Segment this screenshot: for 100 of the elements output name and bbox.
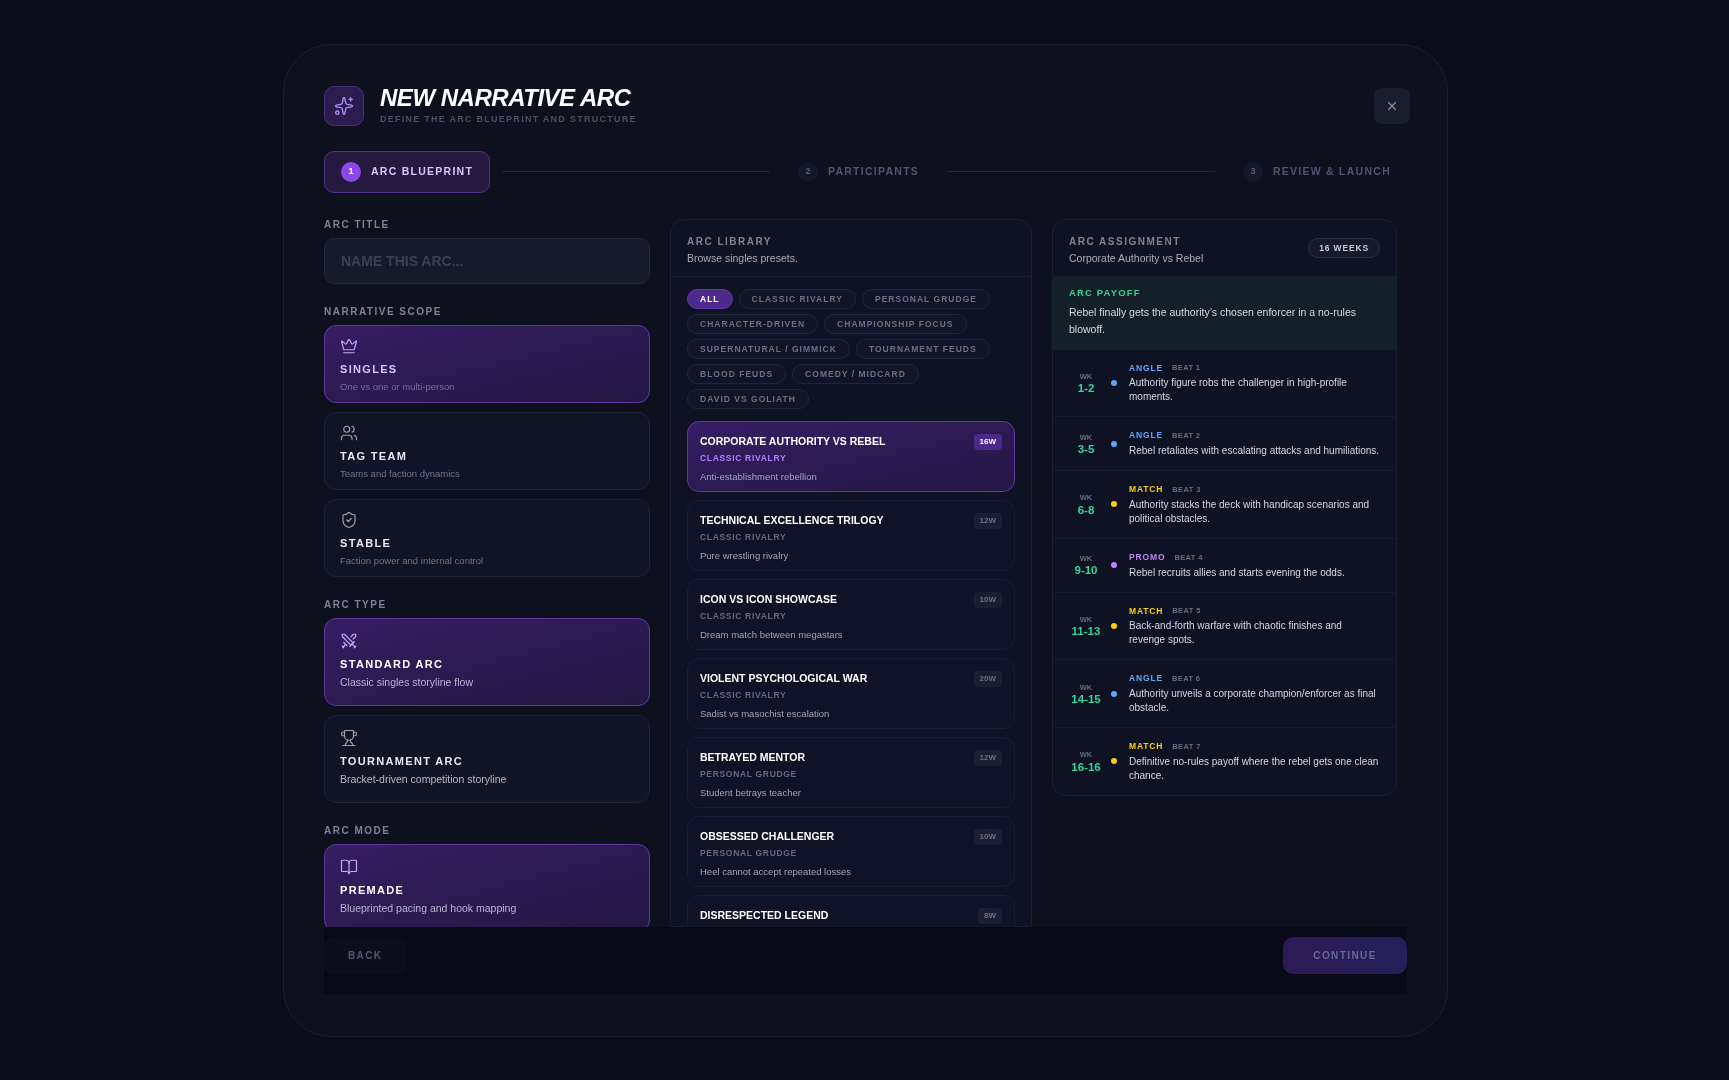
filter-chip[interactable]: TOURNAMENT FEUDS (855, 339, 990, 360)
option-card[interactable]: STANDARD ARC Classic singles storyline flow (324, 617, 650, 706)
option-title: STANDARD ARC (340, 656, 444, 672)
preset-description: Sadist vs masochist escalation (700, 707, 830, 721)
preset-card[interactable]: DISRESPECTED LEGEND 8W (687, 895, 1015, 927)
week-range: 6-8 (1077, 503, 1095, 517)
close-button[interactable] (1374, 87, 1410, 124)
beat-type: MATCH (1129, 604, 1164, 618)
step-number: 1 (341, 161, 361, 182)
preset-category: PERSONAL GRUDGE (700, 768, 797, 781)
filter-chip[interactable]: DAVID VS GOLIATH (687, 389, 809, 410)
crown-icon (340, 336, 358, 355)
section-label: ARC MODE (324, 824, 391, 837)
step-tab[interactable]: 1 ARC BLUEPRINT (324, 150, 491, 193)
option-description: Teams and faction dynamics (340, 467, 460, 481)
filter-chip[interactable]: CHARACTER-DRIVEN (687, 314, 819, 335)
preset-title: ICON VS ICON SHOWCASE (700, 592, 838, 608)
week-range: 1-2 (1077, 382, 1095, 395)
filter-chip[interactable]: COMEDY / MIDCARD (792, 364, 919, 385)
filter-chip[interactable]: CLASSIC RIVALRY (738, 289, 856, 310)
week-range: 3-5 (1077, 442, 1095, 456)
duration-badge: 16 WEEKS (1308, 237, 1380, 259)
week-range: 9-10 (1074, 564, 1098, 578)
section-label: ARC TITLE (324, 218, 390, 231)
beat-description: Definitive no-rules payoff where the rebel gets one clean chance. (1129, 754, 1380, 783)
panel-label: ARC LIBRARY (687, 234, 772, 249)
step-label: REVIEW & LAUNCH (1272, 163, 1391, 179)
preset-category: CLASSIC RIVALRY (700, 452, 787, 465)
panel-label: ARC ASSIGNMENT (1069, 234, 1182, 249)
preset-card[interactable]: OBSESSED CHALLENGER 10W PERSONAL GRUDGE Heel cannot accept repeated losses (687, 816, 1015, 888)
filter-chip[interactable]: PERSONAL GRUDGE (861, 289, 990, 310)
beat-type: PROMO (1129, 550, 1166, 564)
option-card[interactable]: TOURNAMENT ARC Bracket-driven competition storyline (324, 714, 650, 803)
preset-description: Heel cannot accept repeated losses (700, 865, 852, 879)
sparkles-icon (334, 95, 354, 116)
filter-chip[interactable]: BLOOD FEUDS (687, 364, 787, 385)
shield-check-icon (340, 510, 358, 529)
weeks-badge: 12W (973, 750, 1002, 767)
beat-description: Rebel recruits allies and starts evening the odds. (1129, 565, 1346, 580)
option-description: One vs one or multi-person (340, 380, 455, 394)
preset-title: OBSESSED CHALLENGER (700, 829, 835, 845)
preset-card[interactable]: VIOLENT PSYCHOLOGICAL WAR 20W CLASSIC RIVALRY Sadist vs masochist escalation (687, 658, 1015, 730)
option-title: PREMADE (340, 882, 405, 898)
step-label: ARC BLUEPRINT (371, 163, 474, 179)
trophy-icon (340, 728, 358, 747)
weeks-badge: 12W (973, 513, 1002, 530)
crossed-swords-icon (340, 631, 358, 650)
beat-description: Authority stacks the deck with handicap scenarios and political obstacles. (1129, 497, 1371, 526)
step-label: PARTICIPANTS (827, 163, 920, 179)
preset-card[interactable]: BETRAYED MENTOR 12W PERSONAL GRUDGE Student betrays teacher (687, 737, 1015, 809)
option-title: TOURNAMENT ARC (340, 753, 463, 769)
option-title: TAG TEAM (340, 448, 408, 464)
preset-description: Dream match between megastars (700, 628, 843, 642)
section-label: NARRATIVE SCOPE (324, 305, 442, 318)
payoff-label: ARC PAYOFF (1069, 286, 1141, 301)
preset-card[interactable]: ICON VS ICON SHOWCASE 10W CLASSIC RIVALRY Dream match between megastars (687, 579, 1015, 651)
filter-chip[interactable]: SUPERNATURAL / GIMMICK (687, 339, 850, 360)
payoff-text: Rebel finally gets the authority’s chosen enforcer in a no-rules blowoff. (1069, 304, 1357, 337)
preset-category: CLASSIC RIVALRY (700, 610, 787, 623)
option-description: Bracket-driven competition storyline (340, 772, 507, 787)
panel-subtitle: Corporate Authority vs Rebel (1069, 250, 1204, 266)
step-number: 2 (797, 161, 818, 182)
people-icon (340, 423, 358, 442)
beat-type: MATCH (1129, 483, 1164, 496)
option-title: SINGLES (340, 361, 398, 377)
section-label: ARC TYPE (324, 598, 387, 611)
beat-type: ANGLE (1129, 361, 1163, 375)
option-card[interactable]: TAG TEAM Teams and faction dynamics (324, 411, 650, 490)
dialog-subtitle: DEFINE THE ARC BLUEPRINT AND STRUCTURE (380, 113, 637, 126)
beat-description: Authority figure robs the challenger in high-profile moments. (1129, 376, 1348, 405)
preset-description: Anti-establishment rebellion (700, 470, 817, 484)
step-number: 3 (1242, 161, 1263, 182)
filter-chip[interactable]: CHAMPIONSHIP FOCUS (824, 314, 967, 335)
weeks-badge: 16W (973, 434, 1002, 451)
preset-category: PERSONAL GRUDGE (700, 847, 797, 860)
beat-description: Authority unveils a corporate champion/enforcer as final obstacle. (1129, 687, 1377, 715)
preset-card[interactable]: CORPORATE AUTHORITY VS REBEL 16W CLASSIC RIVALRY Anti-establishment rebellion (687, 421, 1015, 493)
open-book-icon (340, 857, 358, 876)
dialog-title: NEW NARRATIVE ARC (380, 85, 632, 111)
week-range: 11-13 (1071, 625, 1101, 638)
weeks-badge: 8W (978, 908, 1002, 925)
week-range: 14-15 (1071, 692, 1101, 706)
panel-subtitle: Browse singles presets. (687, 250, 798, 266)
preset-card[interactable]: TECHNICAL EXCELLENCE TRILOGY 12W CLASSIC RIVALRY Pure wrestling rivalry (687, 500, 1015, 572)
beat-type: ANGLE (1129, 672, 1163, 685)
beat-description: Rebel retaliates with escalating attacks and humiliations. (1129, 444, 1380, 458)
option-description: Blueprinted pacing and hook mapping (340, 901, 517, 916)
option-card[interactable]: PREMADE Blueprinted pacing and hook mapping (324, 843, 650, 927)
option-card[interactable]: STABLE Faction power and internal control (324, 498, 650, 577)
option-card[interactable]: SINGLES One vs one or multi-person (324, 324, 650, 403)
option-description: Classic singles storyline flow (340, 675, 474, 690)
option-title: STABLE (340, 535, 392, 551)
filter-chip[interactable]: ALL (687, 289, 733, 310)
weeks-badge: 10W (973, 829, 1002, 846)
preset-title: VIOLENT PSYCHOLOGICAL WAR (700, 671, 868, 687)
week-range: 16-16 (1071, 760, 1101, 774)
beat-type: ANGLE (1129, 429, 1163, 442)
weeks-badge: 20W (973, 671, 1002, 688)
preset-category: CLASSIC RIVALRY (700, 689, 787, 702)
preset-title: BETRAYED MENTOR (700, 750, 805, 766)
